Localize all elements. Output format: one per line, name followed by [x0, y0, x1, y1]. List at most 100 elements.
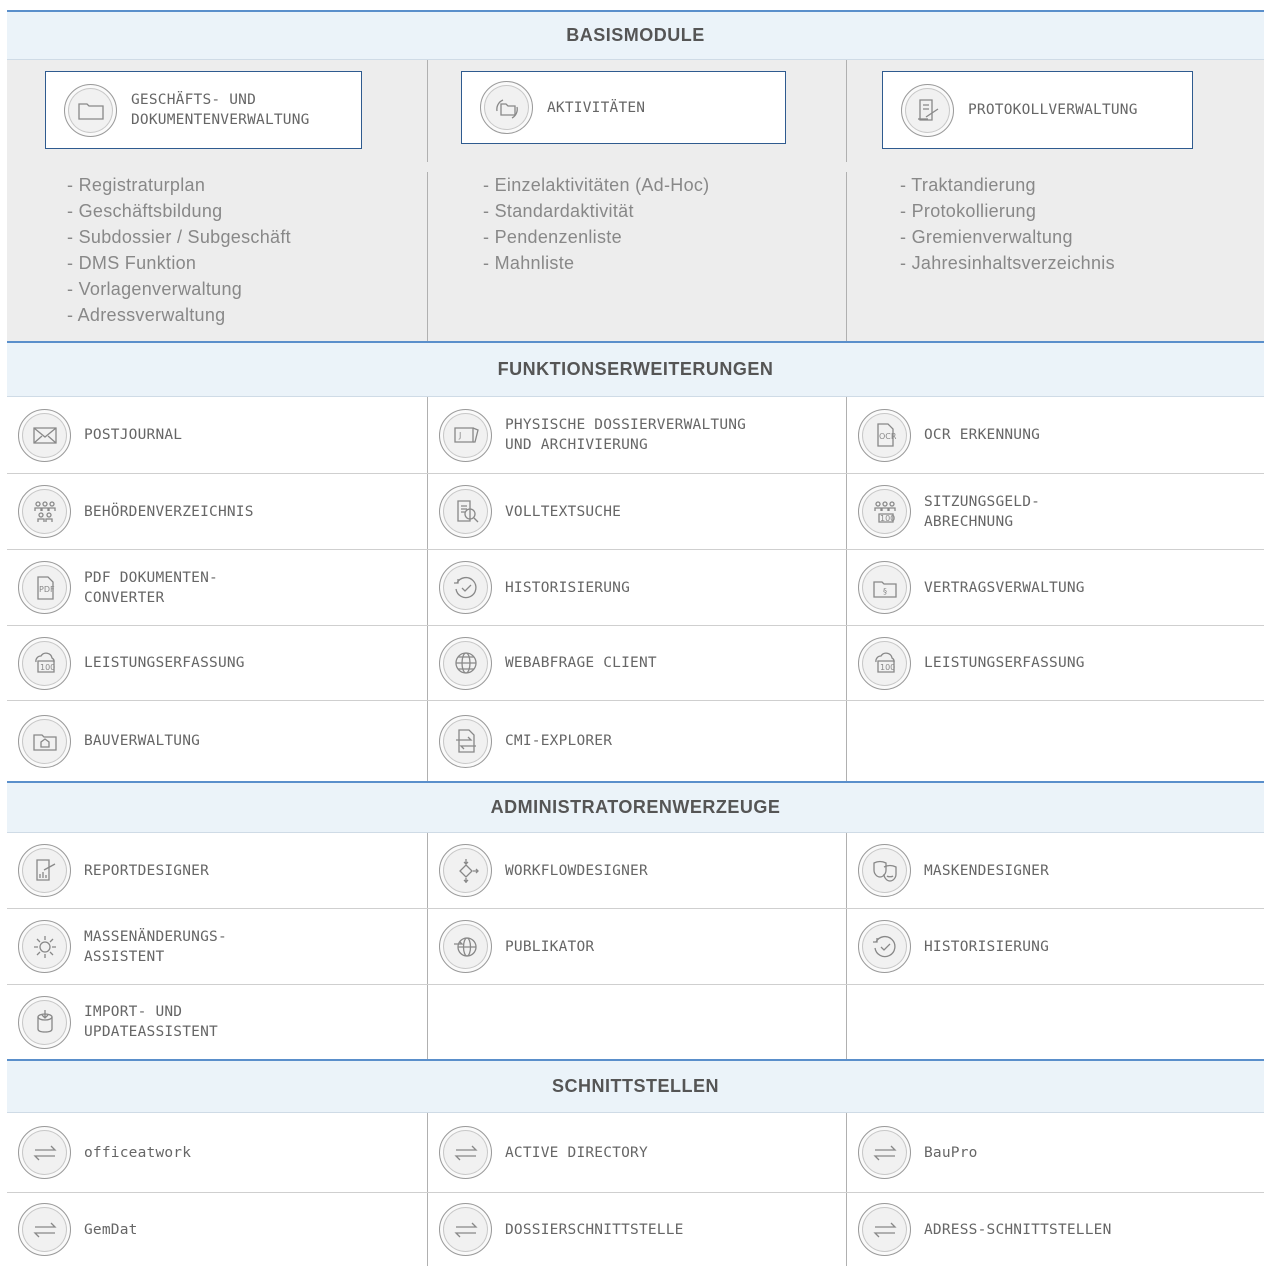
item-label: ADRESS-SCHNITTSTELLEN [924, 1221, 1112, 1238]
list-item: - Geschäftsbildung [67, 201, 223, 221]
protocol-icon [901, 83, 954, 137]
item-label: MASSENÄNDERUNGS- ASSISTENT [84, 928, 227, 965]
item-label: VOLLTEXTSUCHE [505, 503, 622, 520]
contract-folder-icon: § [858, 561, 911, 614]
table-row: 100 LEISTUNGSERFASSUNG WEBABFRAGE CLIENT… [7, 626, 1264, 701]
item-label: officeatwork [84, 1144, 192, 1161]
item-label: OCR ERKENNUNG [924, 427, 1041, 443]
list-item: - Protokollierung [900, 201, 1037, 221]
exchange-arrows-icon [439, 1203, 492, 1256]
item-reportdesigner[interactable]: REPORTDESIGNER [7, 833, 427, 908]
item-sitzungsgeld-abrechnung[interactable]: 100 SITZUNGSGELD- ABRECHNUNG [846, 474, 1264, 549]
item-label: PUBLIKATOR [505, 938, 595, 955]
item-ocr-erkennung[interactable]: OCR OCR ERKENNUNG [846, 397, 1264, 473]
funktion-grid: POSTJOURNAL J PHYSISCHE DOSSIERVERWALTUN… [7, 397, 1264, 781]
item-gemdat[interactable]: GemDat [7, 1193, 427, 1266]
admin-grid: REPORTDESIGNER WORKFLOWDESIGNER MASKENDE… [7, 833, 1264, 1059]
item-cmi-explorer[interactable]: CMI-EXPLORER [427, 701, 846, 781]
item-volltextsuche[interactable]: VOLLTEXTSUCHE [427, 474, 846, 549]
module-label: AKTIVITÄTEN [547, 99, 646, 116]
people-group-icon [18, 485, 71, 538]
item-physische-dossierverwaltung[interactable]: J PHYSISCHE DOSSIERVERWALTUNG UND ARCHIV… [427, 397, 846, 473]
item-label: VERTRAGSVERWALTUNG [924, 579, 1085, 596]
globe-icon [439, 636, 492, 690]
activity-folder-icon [480, 81, 533, 134]
module-label: PROTOKOLLVERWALTUNG [968, 102, 1138, 118]
list-item: - Adressverwaltung [67, 305, 226, 325]
svg-text:PDF: PDF [39, 585, 55, 594]
module-protokollverwaltung[interactable]: PROTOKOLLVERWALTUNG [882, 71, 1193, 149]
table-row: IMPORT- UND UPDATEASSISTENT [7, 985, 1264, 1059]
item-behoerdenverzeichnis[interactable]: BEHÖRDENVERZEICHNIS [7, 474, 427, 549]
item-label: PHYSISCHE DOSSIERVERWALTUNG UND ARCHIVIE… [505, 417, 747, 453]
item-label: WEBABFRAGE CLIENT [505, 655, 657, 671]
item-baupro[interactable]: BauPro [846, 1113, 1264, 1192]
list-item: - Einzelaktivitäten (Ad-Hoc) [483, 175, 710, 195]
list-item: - Pendenzenliste [483, 227, 622, 247]
report-design-icon [18, 844, 71, 897]
history-check-icon [858, 920, 911, 973]
item-label: IMPORT- UND UPDATEASSISTENT [84, 1004, 218, 1040]
people-money-icon: 100 [858, 485, 911, 538]
table-row: POSTJOURNAL J PHYSISCHE DOSSIERVERWALTUN… [7, 397, 1264, 474]
item-leistungserfassung-2[interactable]: 100 LEISTUNGSERFASSUNG [846, 626, 1264, 700]
item-label: REPORTDESIGNER [84, 862, 210, 879]
exchange-arrows-icon [858, 1126, 911, 1179]
feature-list-aktivitaeten: - Einzelaktivitäten (Ad-Hoc) - Standarda… [483, 172, 709, 276]
item-historisierung-admin[interactable]: HISTORISIERUNG [846, 909, 1264, 984]
item-postjournal[interactable]: POSTJOURNAL [7, 397, 427, 473]
section-header-schnittstellen: SCHNITTSTELLEN [7, 1059, 1264, 1113]
item-label: SITZUNGSGELD- ABRECHNUNG [924, 493, 1041, 530]
list-item: - Traktandierung [900, 175, 1036, 195]
module-geschaefts-dokumentenverwaltung[interactable]: GESCHÄFTS- UND DOKUMENTENVERWALTUNG [45, 71, 362, 149]
item-bauverwaltung[interactable]: BAUVERWALTUNG [7, 701, 427, 781]
module-aktivitaeten[interactable]: AKTIVITÄTEN [461, 71, 786, 144]
cloud-counter-icon: 100 [18, 636, 71, 690]
item-vertragsverwaltung[interactable]: § VERTRAGSVERWALTUNG [846, 550, 1264, 625]
table-row: MASSENÄNDERUNGS- ASSISTENT PUBLIKATOR HI… [7, 909, 1264, 985]
exchange-arrows-icon [18, 1203, 71, 1256]
list-item: - Jahresinhaltsverzeichnis [900, 253, 1115, 273]
svg-text:100: 100 [880, 663, 895, 672]
item-label: ACTIVE DIRECTORY [505, 1144, 648, 1161]
item-dossierschnittstelle[interactable]: DOSSIERSCHNITTSTELLE [427, 1193, 846, 1266]
item-label: LEISTUNGSERFASSUNG [84, 655, 245, 671]
workflow-diamond-icon [439, 844, 492, 897]
empty-cell [427, 985, 846, 1059]
document-transfer-icon [439, 714, 492, 768]
house-folder-icon [18, 714, 71, 768]
item-adress-schnittstellen[interactable]: ADRESS-SCHNITTSTELLEN [846, 1193, 1264, 1266]
item-label: GemDat [84, 1221, 138, 1238]
item-workflowdesigner[interactable]: WORKFLOWDESIGNER [427, 833, 846, 908]
svg-text:100: 100 [40, 663, 55, 672]
list-item: - Subdossier / Subgeschäft [67, 227, 291, 247]
item-label: PDF DOKUMENTEN- CONVERTER [84, 569, 218, 606]
ocr-document-icon: OCR [858, 408, 911, 462]
item-massenaenderungs-assistent[interactable]: MASSENÄNDERUNGS- ASSISTENT [7, 909, 427, 984]
item-officeatwork[interactable]: officeatwork [7, 1113, 427, 1192]
item-pdf-dokumenten-converter[interactable]: PDF PDF DOKUMENTEN- CONVERTER [7, 550, 427, 625]
list-item: - Vorlagenverwaltung [67, 279, 243, 299]
item-import-updateassistent[interactable]: IMPORT- UND UPDATEASSISTENT [7, 985, 427, 1059]
item-publikator[interactable]: PUBLIKATOR [427, 909, 846, 984]
item-label: POSTJOURNAL [84, 427, 183, 443]
item-webabfrage-client[interactable]: WEBABFRAGE CLIENT [427, 626, 846, 700]
item-leistungserfassung[interactable]: 100 LEISTUNGSERFASSUNG [7, 626, 427, 700]
svg-text:OCR: OCR [879, 432, 897, 441]
item-historisierung[interactable]: HISTORISIERUNG [427, 550, 846, 625]
table-row: GemDat DOSSIERSCHNITTSTELLE ADRESS-SCHNI… [7, 1193, 1264, 1266]
item-active-directory[interactable]: ACTIVE DIRECTORY [427, 1113, 846, 1192]
module-label: GESCHÄFTS- UND DOKUMENTENVERWALTUNG [131, 92, 310, 128]
schnitt-grid: officeatwork ACTIVE DIRECTORY BauPro Gem… [7, 1113, 1264, 1266]
feature-list-geschaefte: - Registraturplan - Geschäftsbildung - S… [67, 172, 291, 328]
section-title: ADMINISTRATORENWERZEUGE [490, 797, 781, 817]
item-maskendesigner[interactable]: MASKENDESIGNER [846, 833, 1264, 908]
item-label: WORKFLOWDESIGNER [505, 862, 648, 879]
folder-icon [64, 83, 117, 137]
item-label: LEISTUNGSERFASSUNG [924, 655, 1085, 671]
exchange-arrows-icon [18, 1126, 71, 1179]
gear-icon [18, 920, 71, 973]
globe-arrow-icon [439, 920, 492, 973]
item-label: CMI-EXPLORER [505, 733, 613, 749]
section-header-administratorenwerzeuge: ADMINISTRATORENWERZEUGE [7, 781, 1264, 833]
